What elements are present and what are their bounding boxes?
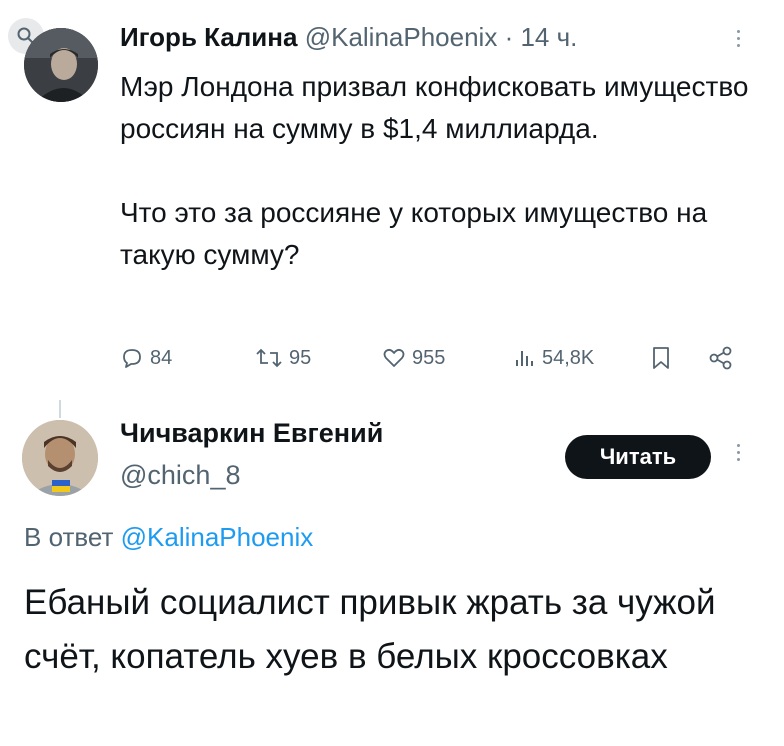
views-icon <box>516 351 533 366</box>
like-count: 955 <box>412 346 446 369</box>
author-handle[interactable]: @KalinaPhoenix <box>305 22 498 52</box>
reply-button[interactable]: 84 <box>120 340 172 376</box>
bookmark-icon <box>653 347 669 369</box>
tweet-paragraph: Мэр Лондона призвал конфисковать имущест… <box>120 71 749 144</box>
reply-count: 84 <box>150 346 173 369</box>
retweet-icon <box>256 348 282 368</box>
reply-icon <box>123 349 141 368</box>
views-button[interactable]: 54,8K <box>512 340 594 376</box>
retweet-button[interactable]: 95 <box>255 340 311 376</box>
like-button[interactable]: 955 <box>382 340 445 376</box>
follow-button[interactable]: Читать <box>565 435 711 479</box>
share-icon <box>709 346 732 370</box>
avatar[interactable] <box>24 28 98 102</box>
reply-prefix: В ответ <box>24 522 114 552</box>
tweet-text: Ебаный социалист привык жрать за чужой с… <box>24 583 716 676</box>
tweet-text: Мэр Лондона призвал конфисковать имущест… <box>120 66 760 276</box>
reply-context: В ответ @KalinaPhoenix <box>24 522 313 553</box>
retweet-count: 95 <box>289 346 312 369</box>
heart-icon <box>383 348 405 367</box>
views-count: 54,8K <box>542 346 595 369</box>
bookmark-button[interactable] <box>650 340 672 376</box>
tweet-paragraph: Что это за россияне у которых имущество … <box>120 197 708 270</box>
share-button[interactable] <box>708 340 734 376</box>
tweet-header: Игорь Калина @KalinaPhoenix · 14 ч. <box>120 22 577 53</box>
tweet-time[interactable]: · 14 ч. <box>505 22 578 52</box>
tweet-actions: 84 95 955 54,8K <box>120 340 750 376</box>
author-name[interactable]: Чичваркин Евгений <box>120 418 383 449</box>
more-options-icon[interactable] <box>735 444 741 461</box>
author-name[interactable]: Игорь Калина <box>120 22 297 52</box>
thread-line <box>59 400 61 418</box>
reply-mention-link[interactable]: @KalinaPhoenix <box>121 522 314 552</box>
more-options-icon[interactable] <box>735 30 741 47</box>
author-handle[interactable]: @chich_8 <box>120 460 240 491</box>
avatar[interactable] <box>22 420 98 496</box>
